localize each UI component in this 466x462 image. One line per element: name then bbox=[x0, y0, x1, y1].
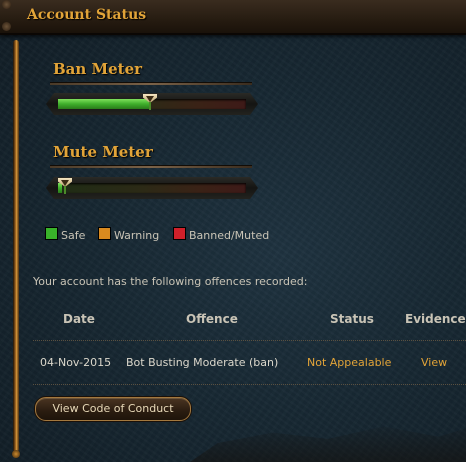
ban-meter-marker-icon bbox=[143, 94, 157, 110]
safe-swatch-icon bbox=[45, 227, 58, 240]
panel-header: Account Status bbox=[0, 0, 466, 35]
column-header-offence: Offence bbox=[186, 312, 238, 326]
column-header-status: Status bbox=[330, 312, 374, 326]
offence-name: Bot Busting Moderate (ban) bbox=[126, 356, 279, 369]
legend-label: Safe bbox=[61, 229, 86, 242]
side-rail-decoration bbox=[12, 40, 20, 458]
view-evidence-link[interactable]: View bbox=[421, 356, 447, 369]
offence-date: 04-Nov-2015 bbox=[40, 356, 112, 369]
table-divider bbox=[33, 384, 466, 385]
mute-meter-title: Mute Meter bbox=[53, 143, 153, 161]
ban-meter-rule bbox=[50, 82, 252, 85]
legend-item-warning: Warning bbox=[98, 227, 159, 242]
mute-meter bbox=[46, 177, 258, 199]
legend-label: Warning bbox=[114, 229, 160, 242]
offence-status: Not Appealable bbox=[307, 356, 392, 369]
column-header-date: Date bbox=[63, 312, 95, 326]
mute-meter-rule bbox=[50, 165, 252, 168]
ban-meter bbox=[46, 93, 258, 115]
ban-meter-fill bbox=[58, 99, 150, 109]
legend-label: Banned/Muted bbox=[189, 229, 270, 242]
rivet-icon bbox=[2, 0, 11, 9]
panel-title: Account Status bbox=[27, 7, 147, 23]
view-code-of-conduct-button[interactable]: View Code of Conduct bbox=[35, 397, 191, 421]
mute-meter-track bbox=[58, 178, 246, 194]
ban-meter-title: Ban Meter bbox=[53, 60, 143, 78]
legend-item-safe: Safe bbox=[45, 227, 85, 242]
banned-swatch-icon bbox=[173, 227, 186, 240]
ban-meter-track bbox=[58, 94, 246, 110]
warning-swatch-icon bbox=[98, 227, 111, 240]
table-divider bbox=[33, 340, 466, 341]
mute-meter-marker-icon bbox=[58, 178, 72, 194]
offences-intro: Your account has the following offences … bbox=[33, 275, 308, 288]
legend-item-banned: Banned/Muted bbox=[173, 227, 269, 242]
column-header-evidence: Evidence bbox=[405, 312, 466, 326]
rivet-icon bbox=[2, 22, 11, 31]
